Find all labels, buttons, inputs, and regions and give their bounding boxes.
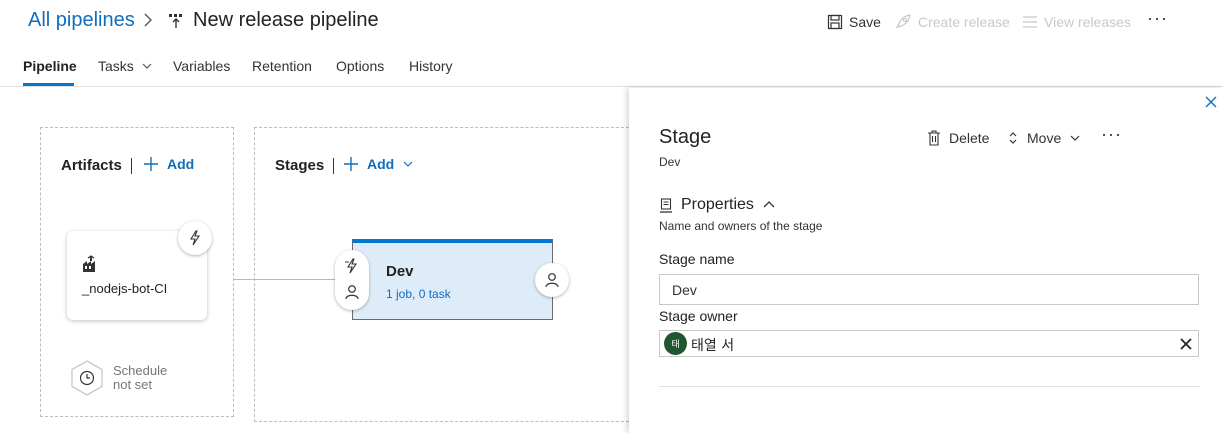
panel-divider: [659, 386, 1200, 387]
stage-owner-picker[interactable]: 태 태열 서: [659, 330, 1199, 357]
stage-owner-label: Stage owner: [659, 308, 738, 324]
more-actions-button[interactable]: ···: [1147, 8, 1168, 29]
stage-job-summary-link[interactable]: 1 job, 0 task: [386, 287, 451, 301]
artifact-name: _nodejs-bot-CI: [82, 281, 168, 296]
breadcrumb-all-pipelines[interactable]: All pipelines: [28, 9, 135, 32]
artifacts-title: Artifacts: [61, 157, 122, 174]
lightning-icon: [190, 230, 201, 246]
panel-subtitle: Dev: [659, 155, 681, 169]
sort-arrows-icon: [1009, 132, 1017, 144]
move-label: Move: [1027, 130, 1062, 146]
stage-properties-panel: Stage Dev Delete Move ··· Properties Nam…: [629, 88, 1223, 433]
tab-retention[interactable]: Retention: [252, 58, 312, 74]
owner-name: 태열 서: [691, 338, 735, 354]
view-releases-label: View releases: [1044, 14, 1131, 30]
schedule-status: Schedule not set: [113, 364, 167, 392]
schedule-clock-icon[interactable]: [69, 360, 105, 396]
stages-divider: [333, 158, 334, 174]
create-release-label: Create release: [918, 14, 1010, 30]
properties-description: Name and owners of the stage: [659, 219, 823, 233]
save-label: Save: [849, 14, 881, 30]
stage-name-input[interactable]: [659, 274, 1199, 305]
active-tab-indicator: [23, 83, 74, 86]
clear-icon[interactable]: [1178, 336, 1194, 352]
artifact-trigger-button[interactable]: [178, 221, 212, 255]
tab-pipeline[interactable]: Pipeline: [23, 58, 77, 74]
tab-bar: Pipeline Tasks Variables Retention Optio…: [0, 50, 1223, 87]
panel-title: Stage: [659, 126, 712, 148]
save-button[interactable]: Save: [827, 14, 881, 30]
chevron-down-icon: [1070, 135, 1080, 141]
tab-history[interactable]: History: [409, 58, 453, 74]
add-artifact-label: Add: [167, 156, 195, 172]
build-artifact-icon: [83, 255, 95, 272]
person-icon: [545, 273, 559, 288]
tab-tasks-label: Tasks: [98, 58, 134, 74]
close-icon[interactable]: [1203, 94, 1219, 110]
move-stage-button[interactable]: Move: [1007, 130, 1081, 146]
pre-deployment-conditions-button[interactable]: [335, 250, 369, 310]
lightning-icon: [345, 258, 358, 274]
stage-name: Dev: [386, 263, 414, 280]
delete-stage-button[interactable]: Delete: [927, 130, 989, 146]
add-stage-button[interactable]: Add: [343, 156, 414, 172]
page-title: New release pipeline: [193, 9, 379, 31]
pipeline-canvas: Artifacts Add Stages Add _nodejs-bot-CI …: [0, 88, 634, 433]
rocket-icon: [895, 14, 911, 29]
tab-options[interactable]: Options: [336, 58, 384, 74]
header-bar: All pipelines New release pipeline Save …: [0, 0, 1223, 44]
add-stage-label: Add: [367, 156, 395, 172]
properties-title: Properties: [681, 196, 754, 213]
schedule-line-1: Schedule: [113, 363, 168, 378]
stage-name-label: Stage name: [659, 251, 735, 267]
chevron-down-icon: [142, 63, 152, 69]
plus-icon: [144, 157, 158, 171]
properties-section-toggle[interactable]: Properties: [659, 196, 776, 214]
stage-card-dev[interactable]: Dev 1 job, 0 task: [352, 239, 553, 320]
chevron-up-icon: [763, 201, 775, 208]
tab-variables[interactable]: Variables: [173, 58, 230, 74]
tab-tasks[interactable]: Tasks: [98, 58, 153, 74]
schedule-line-2: not set: [113, 377, 153, 392]
list-icon: [1023, 16, 1037, 28]
person-icon: [345, 285, 359, 300]
post-deployment-approvals-button[interactable]: [535, 263, 569, 297]
panel-more-button[interactable]: ···: [1101, 124, 1122, 145]
chevron-down-icon: [403, 161, 413, 167]
add-artifact-button[interactable]: Add: [143, 156, 194, 172]
properties-icon: [660, 197, 672, 213]
plus-icon: [344, 157, 358, 171]
release-pipeline-icon: [169, 14, 182, 28]
view-releases-button[interactable]: View releases: [1022, 14, 1131, 30]
trash-icon: [928, 130, 940, 146]
save-icon: [827, 14, 843, 30]
artifact-stage-connector: [234, 279, 337, 280]
avatar: 태: [664, 332, 687, 355]
delete-label: Delete: [949, 130, 990, 146]
create-release-button[interactable]: Create release: [894, 14, 1010, 30]
stages-title: Stages: [275, 157, 325, 174]
artifacts-divider: [131, 158, 132, 174]
chevron-right-icon: [144, 13, 152, 27]
